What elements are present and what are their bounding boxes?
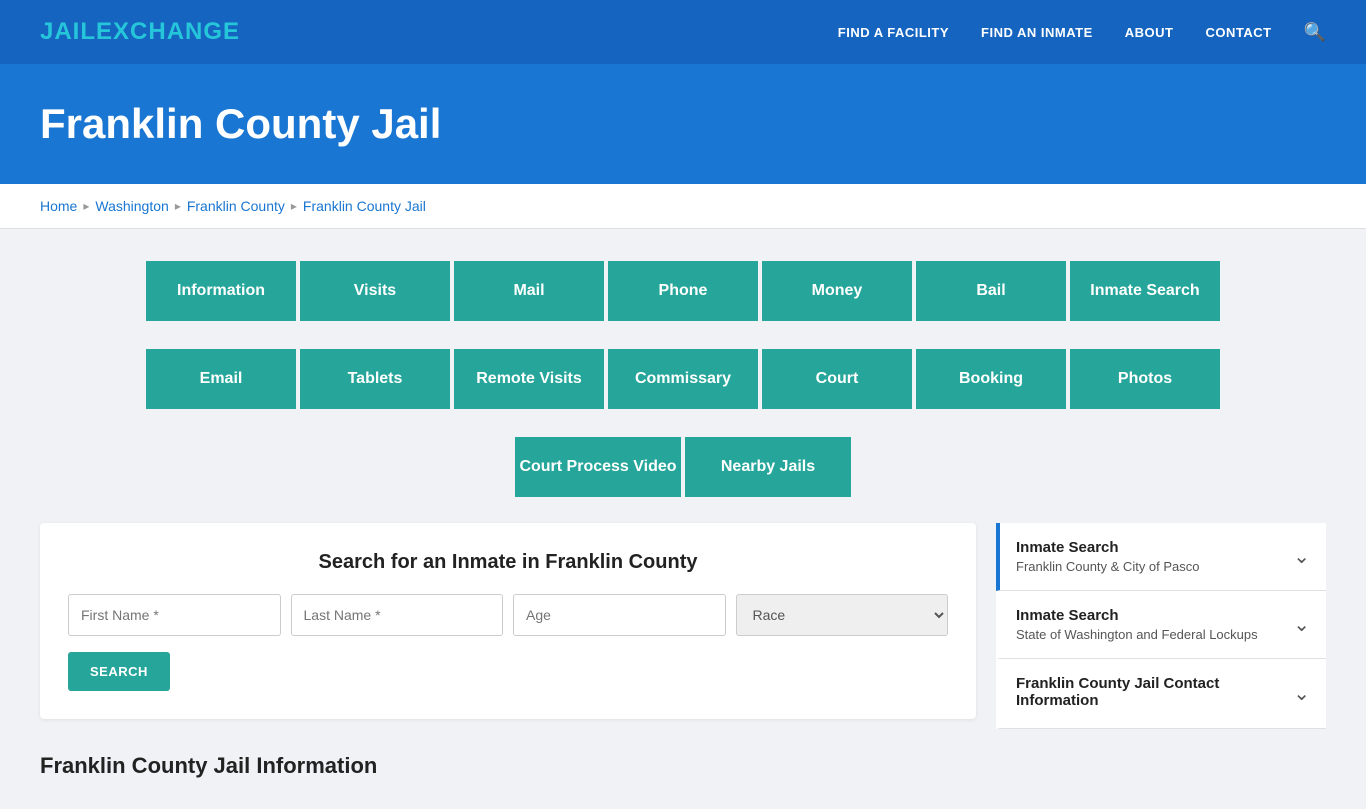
breadcrumb-franklin-county[interactable]: Franklin County: [187, 198, 285, 214]
category-btn-nearby-jails[interactable]: Nearby Jails: [683, 435, 853, 499]
category-btn-information[interactable]: Information: [144, 259, 298, 323]
search-icon[interactable]: 🔍: [1304, 22, 1326, 43]
nav-contact[interactable]: CONTACT: [1205, 25, 1271, 40]
accordion-item-2[interactable]: Franklin County Jail Contact Information…: [996, 659, 1326, 729]
nav-find-inmate[interactable]: FIND AN INMATE: [981, 25, 1093, 40]
navigation: JAILEXCHANGE FIND A FACILITY FIND AN INM…: [0, 0, 1366, 64]
inmate-search-box: Search for an Inmate in Franklin County …: [40, 523, 976, 719]
category-btn-money[interactable]: Money: [760, 259, 914, 323]
category-buttons-row3: Court Process VideoNearby Jails: [40, 435, 1326, 499]
nav-links: FIND A FACILITY FIND AN INMATE ABOUT CON…: [838, 22, 1326, 43]
category-btn-bail[interactable]: Bail: [914, 259, 1068, 323]
chevron-down-icon: ⌄: [1293, 544, 1310, 569]
category-buttons-row2: EmailTabletsRemote VisitsCommissaryCourt…: [40, 347, 1326, 411]
logo-exchange: EXCHANGE: [96, 18, 240, 45]
last-name-input[interactable]: [291, 594, 504, 636]
category-btn-mail[interactable]: Mail: [452, 259, 606, 323]
accordion-title-1: Inmate Search: [1016, 607, 1258, 624]
main-content: InformationVisitsMailPhoneMoneyBailInmat…: [0, 229, 1366, 809]
two-col-layout: Search for an Inmate in Franklin County …: [40, 523, 1326, 729]
chevron-down-icon: ⌄: [1293, 612, 1310, 637]
category-btn-commissary[interactable]: Commissary: [606, 347, 760, 411]
category-btn-photos[interactable]: Photos: [1068, 347, 1222, 411]
page-title: Franklin County Jail: [40, 100, 1326, 148]
breadcrumb-franklin-county-jail[interactable]: Franklin County Jail: [303, 198, 426, 214]
sidebar: Inmate Search Franklin County & City of P…: [996, 523, 1326, 729]
search-button[interactable]: SEARCH: [68, 652, 170, 691]
nav-about[interactable]: ABOUT: [1125, 25, 1174, 40]
hero-section: Franklin County Jail: [0, 64, 1366, 184]
accordion-text-0: Inmate Search Franklin County & City of P…: [1016, 539, 1200, 574]
category-btn-tablets[interactable]: Tablets: [298, 347, 452, 411]
breadcrumb-sep-1: ▸: [83, 199, 89, 213]
category-btn-court-process-video[interactable]: Court Process Video: [513, 435, 683, 499]
bottom-section: Franklin County Jail Information: [40, 753, 1326, 779]
category-btn-email[interactable]: Email: [144, 347, 298, 411]
breadcrumb-home[interactable]: Home: [40, 198, 77, 214]
accordion-title-0: Inmate Search: [1016, 539, 1200, 556]
first-name-input[interactable]: [68, 594, 281, 636]
breadcrumb-sep-3: ▸: [291, 199, 297, 213]
race-select[interactable]: RaceWhiteBlackHispanicAsianOther: [736, 594, 949, 636]
accordion-text-2: Franklin County Jail Contact Information: [1016, 675, 1293, 712]
breadcrumb: Home ▸ Washington ▸ Franklin County ▸ Fr…: [0, 184, 1366, 229]
search-title: Search for an Inmate in Franklin County: [68, 551, 948, 574]
accordion-title-2: Franklin County Jail Contact Information: [1016, 675, 1293, 709]
site-logo[interactable]: JAILEXCHANGE: [40, 18, 240, 46]
accordion-subtitle-1: State of Washington and Federal Lockups: [1016, 627, 1258, 642]
category-btn-inmate-search[interactable]: Inmate Search: [1068, 259, 1222, 323]
category-btn-visits[interactable]: Visits: [298, 259, 452, 323]
category-buttons-row1: InformationVisitsMailPhoneMoneyBailInmat…: [40, 259, 1326, 323]
category-btn-remote-visits[interactable]: Remote Visits: [452, 347, 606, 411]
accordion-text-1: Inmate Search State of Washington and Fed…: [1016, 607, 1258, 642]
category-btn-phone[interactable]: Phone: [606, 259, 760, 323]
category-btn-court[interactable]: Court: [760, 347, 914, 411]
nav-find-facility[interactable]: FIND A FACILITY: [838, 25, 949, 40]
accordion-subtitle-0: Franklin County & City of Pasco: [1016, 559, 1200, 574]
category-btn-booking[interactable]: Booking: [914, 347, 1068, 411]
bottom-title: Franklin County Jail Information: [40, 753, 1326, 779]
age-input[interactable]: [513, 594, 726, 636]
accordion-item-1[interactable]: Inmate Search State of Washington and Fed…: [996, 591, 1326, 659]
accordion-item-0[interactable]: Inmate Search Franklin County & City of P…: [996, 523, 1326, 591]
logo-jail: JAIL: [40, 18, 96, 45]
chevron-down-icon: ⌄: [1293, 681, 1310, 706]
breadcrumb-washington[interactable]: Washington: [95, 198, 168, 214]
breadcrumb-sep-2: ▸: [175, 199, 181, 213]
search-fields: RaceWhiteBlackHispanicAsianOther: [68, 594, 948, 636]
